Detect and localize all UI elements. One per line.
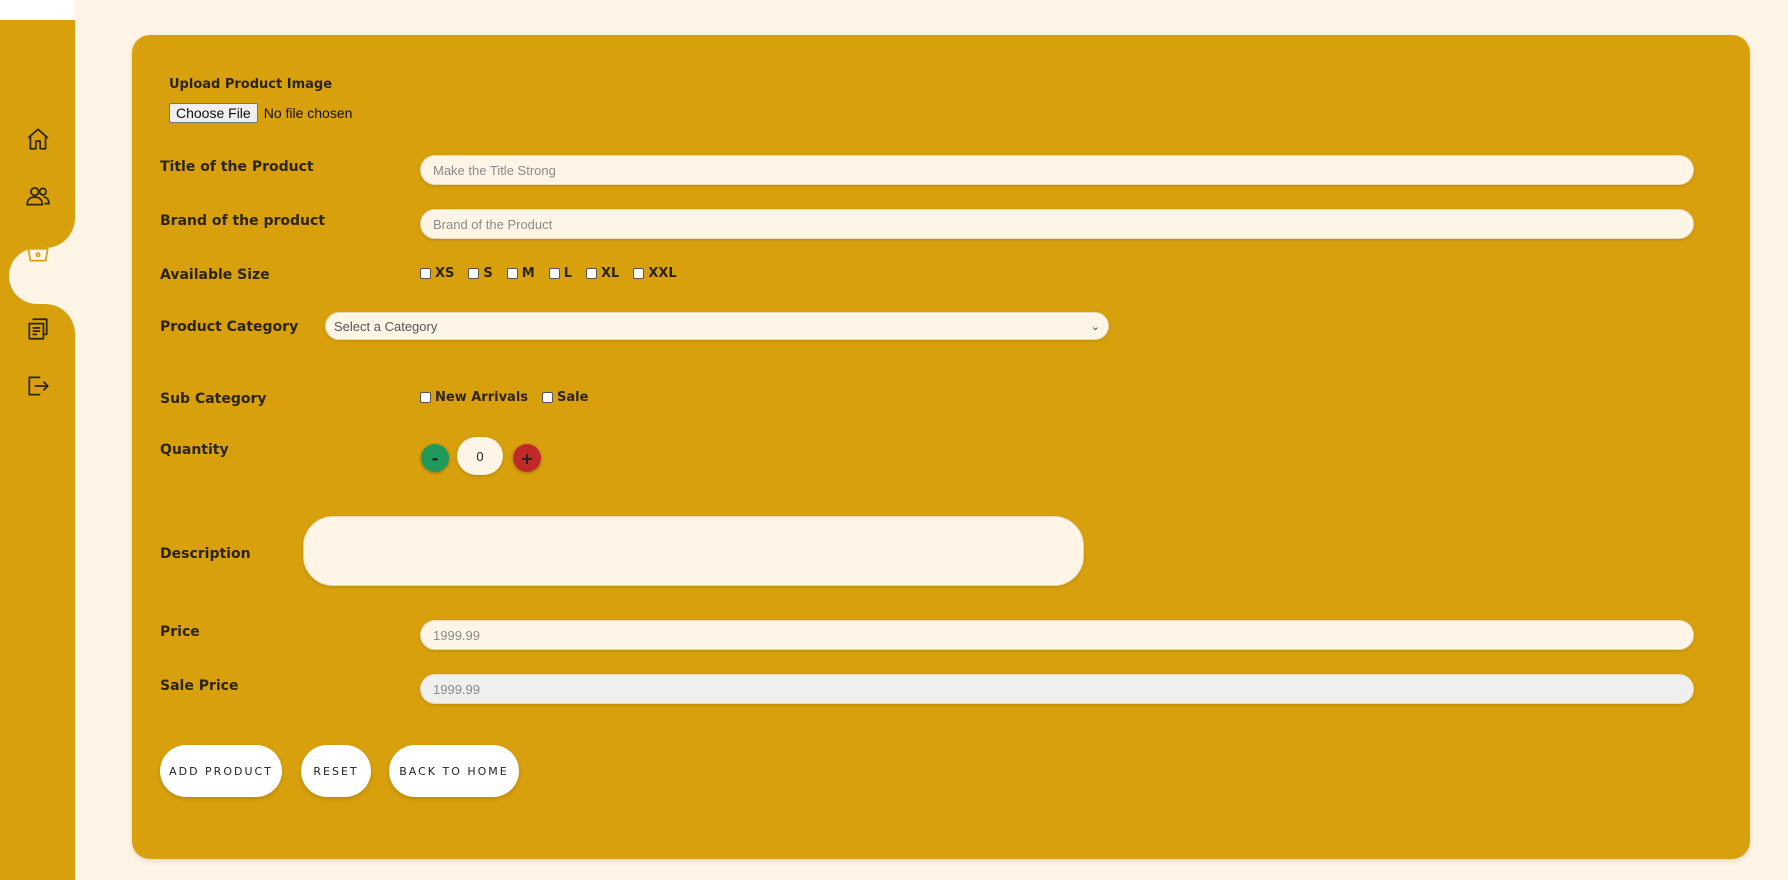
checkbox-xs[interactable] — [420, 268, 431, 279]
checkbox-l[interactable] — [548, 268, 560, 279]
title-label: Title of the Product — [160, 159, 314, 175]
sale-price-label: Sale Price — [160, 678, 239, 694]
checkbox-sale[interactable] — [542, 392, 554, 403]
checkbox-m[interactable] — [506, 268, 518, 279]
sidebar-item-products[interactable] — [22, 236, 54, 268]
checkbox-new-arrivals[interactable] — [420, 392, 431, 403]
description-label: Description — [160, 546, 251, 562]
brand-label: Brand of the product — [160, 213, 326, 229]
quantity-label: Quantity — [160, 442, 229, 458]
subcategory-label: Sub Category — [160, 391, 267, 407]
category-select[interactable]: Select a Category ⌄ — [325, 312, 1109, 340]
quantity-decrement-button[interactable]: - — [421, 444, 449, 472]
price-label: Price — [160, 624, 200, 640]
size-l[interactable]: L — [548, 266, 572, 281]
subcategory-checkboxes: New Arrivals Sale — [420, 390, 588, 405]
file-status: No file chosen — [263, 105, 353, 121]
checkbox-xxl[interactable] — [633, 268, 645, 279]
size-m[interactable]: M — [506, 266, 535, 281]
sidebar-item-home[interactable] — [22, 123, 54, 155]
quantity-increment-button[interactable]: + — [513, 444, 541, 472]
reset-button[interactable]: RESET — [301, 745, 371, 797]
file-input[interactable]: Choose File No file chosen — [169, 103, 352, 123]
category-selected: Select a Category — [334, 318, 438, 334]
basket-icon — [27, 242, 49, 262]
checkbox-xl[interactable] — [586, 268, 597, 279]
chevron-down-icon: ⌄ — [1090, 320, 1100, 333]
back-to-home-button[interactable]: BACK TO HOME — [389, 745, 519, 797]
receipt-icon — [28, 318, 48, 340]
subcategory-new-arrivals[interactable]: New Arrivals — [420, 390, 528, 405]
choose-file-button[interactable]: Choose File — [169, 103, 258, 123]
checkbox-s[interactable] — [468, 268, 480, 279]
sidebar-top-strip — [0, 0, 75, 20]
size-xl[interactable]: XL — [586, 266, 619, 281]
size-s[interactable]: S — [468, 266, 493, 281]
size-checkboxes: XS S M L XL XXL — [420, 266, 677, 281]
logout-icon — [28, 376, 49, 396]
size-label: Available Size — [160, 267, 270, 283]
size-xs[interactable]: XS — [420, 266, 454, 281]
title-input[interactable] — [420, 155, 1694, 185]
quantity-value[interactable]: 0 — [457, 437, 503, 475]
brand-input[interactable] — [420, 209, 1694, 239]
home-icon — [27, 128, 49, 150]
sidebar-item-orders[interactable] — [22, 313, 54, 345]
users-icon — [26, 187, 50, 206]
subcategory-sale[interactable]: Sale — [542, 390, 588, 405]
sidebar-item-users[interactable] — [22, 180, 54, 212]
add-product-button[interactable]: ADD PRODUCT — [160, 745, 282, 797]
sidebar — [0, 20, 75, 880]
description-textarea[interactable] — [303, 516, 1084, 586]
sale-price-input[interactable] — [420, 674, 1694, 704]
price-input[interactable] — [420, 620, 1694, 650]
size-xxl[interactable]: XXL — [633, 266, 677, 281]
upload-label: Upload Product Image — [169, 77, 333, 92]
category-label: Product Category — [160, 319, 299, 335]
sidebar-item-logout[interactable] — [22, 370, 54, 402]
product-form-card: Upload Product Image Choose File No file… — [132, 35, 1750, 859]
